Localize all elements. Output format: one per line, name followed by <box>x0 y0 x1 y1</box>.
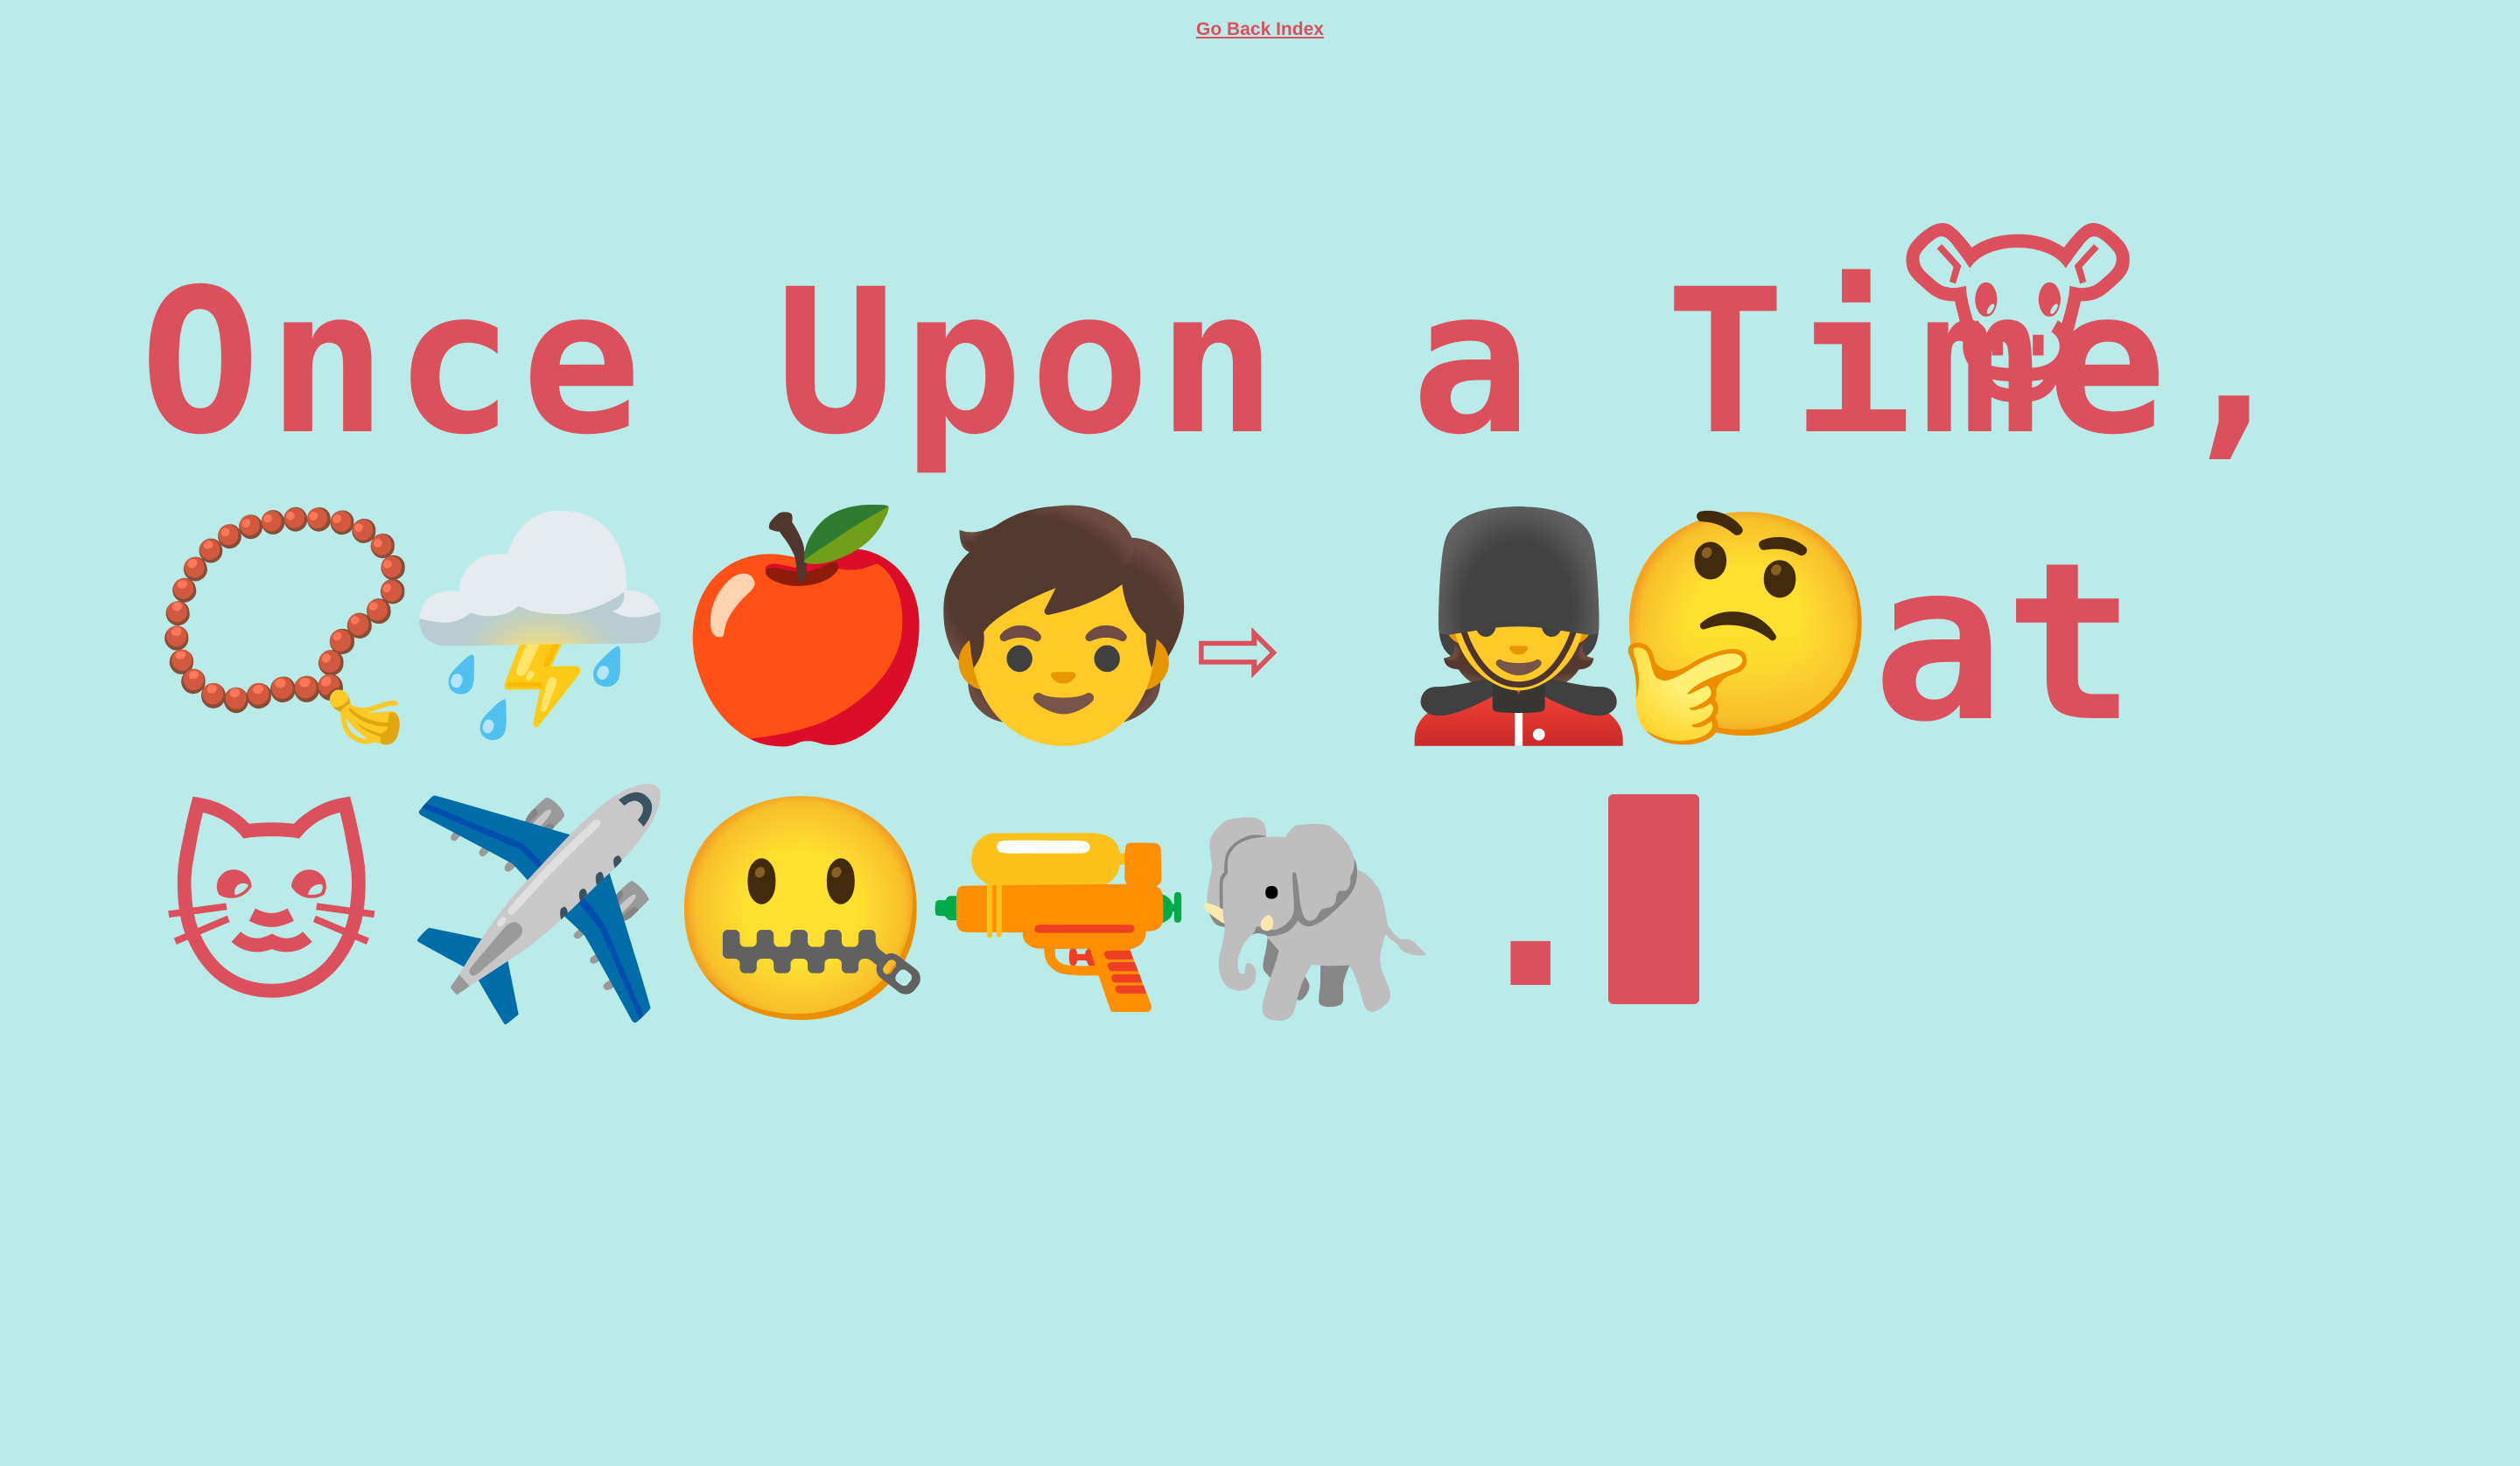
thinking-face-icon: 🤔 <box>1610 498 1883 752</box>
zipper-mouth-face-icon: 🤐 <box>665 782 938 1037</box>
elephant-icon: 🐘 <box>1190 801 1441 1035</box>
cat-face-icon: 🐱 <box>162 787 382 1032</box>
water-pistol-icon: 🔫 <box>923 786 1196 1041</box>
text-cursor-bar <box>1608 794 1699 1004</box>
child-icon: 🧒 <box>928 498 1200 752</box>
airplane-icon: ✈️ <box>402 778 676 1032</box>
go-back-index-link[interactable]: Go Back Index <box>0 19 2520 40</box>
thunder-cloud-rain-icon: ⛈️ <box>402 498 676 752</box>
right-arrow-icon: ⇨ <box>1194 561 1279 724</box>
prayer-beads-icon: 📿 <box>149 498 422 752</box>
cow-face-icon: 🐮 <box>1899 202 2138 436</box>
story-text-at: at <box>1872 515 2137 770</box>
story-text-period: . <box>1457 758 1605 1044</box>
red-apple-icon: 🍎 <box>669 498 942 752</box>
